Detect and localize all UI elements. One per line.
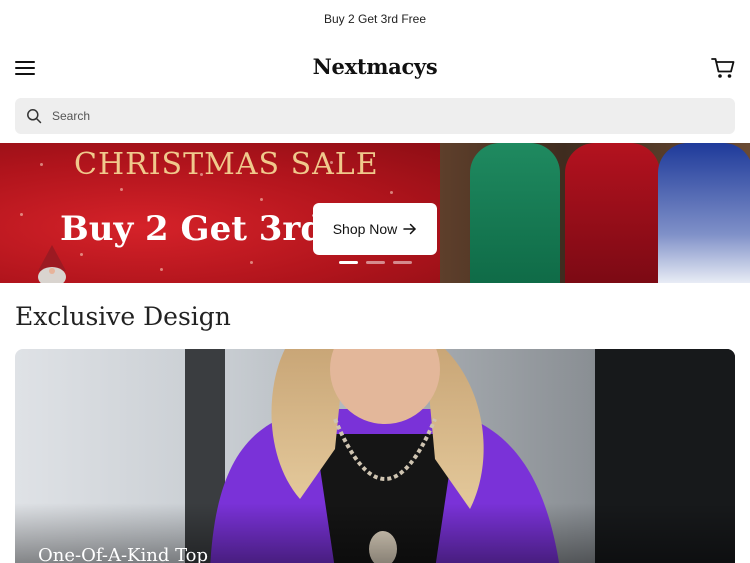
promo-text: Buy 2 Get 3rd Free <box>323 12 427 26</box>
site-logo: Nextmacys <box>312 54 438 79</box>
carousel-dot-3[interactable] <box>393 261 412 264</box>
hero-sale-text: CHRISTMAS SALE <box>74 147 379 182</box>
carousel-dot-2[interactable] <box>366 261 385 264</box>
promo-banner: Buy 2 Get 3rd Free <box>0 0 750 38</box>
logo-link[interactable]: Nextmacys <box>300 46 450 90</box>
hamburger-menu-icon[interactable] <box>15 58 37 76</box>
shop-now-button[interactable]: Shop Now <box>313 203 437 255</box>
carousel-indicators <box>339 261 412 264</box>
hero-dresses-image <box>440 143 750 283</box>
hero-headline: Buy 2 Get 3rd Free <box>60 209 320 249</box>
arrow-right-icon <box>403 223 417 235</box>
shop-now-label: Shop Now <box>332 221 398 237</box>
shopping-cart-icon[interactable] <box>710 56 736 80</box>
gnome-illustration <box>38 245 66 283</box>
search-icon <box>27 109 42 124</box>
section-title: Exclusive Design <box>15 302 231 331</box>
product-caption: One-Of-A-Kind Top <box>38 545 209 563</box>
carousel-dot-1[interactable] <box>339 261 358 264</box>
site-header: Nextmacys <box>0 46 750 90</box>
search-input[interactable] <box>52 109 702 123</box>
product-card[interactable]: One-Of-A-Kind Top <box>15 349 735 563</box>
product-image <box>15 349 735 563</box>
search-bar[interactable] <box>15 98 735 134</box>
